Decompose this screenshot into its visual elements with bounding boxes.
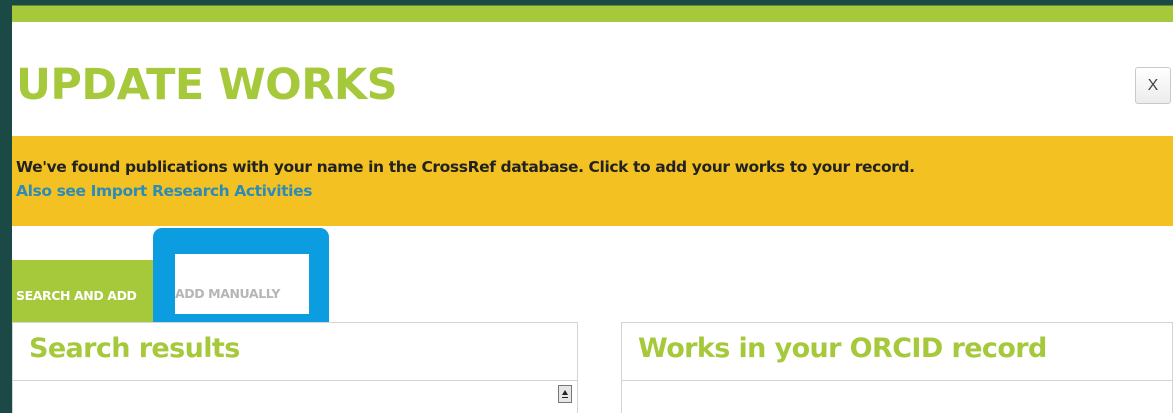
scroll-up-arrow-icon[interactable] [558, 385, 572, 403]
modal-top-bar [12, 0, 1173, 22]
tab-search-and-add[interactable]: SEARCH AND ADD [12, 260, 172, 325]
import-research-activities-link[interactable]: Also see Import Research Activities [16, 182, 312, 200]
banner-message: We've found publications with your name … [16, 158, 915, 176]
orcid-works-panel: Works in your ORCID record [621, 322, 1173, 413]
update-works-modal: UPDATE WORKS X We've found publications … [12, 0, 1173, 413]
search-results-panel: Search results [12, 322, 578, 413]
orcid-works-title: Works in your ORCID record [622, 323, 1172, 381]
crossref-notice-banner: We've found publications with your name … [12, 136, 1173, 226]
search-results-title: Search results [13, 323, 577, 381]
modal-title: UPDATE WORKS [16, 60, 398, 110]
close-button[interactable]: X [1135, 67, 1171, 104]
tab-add-manually[interactable]: ADD MANUALLY [175, 254, 309, 314]
